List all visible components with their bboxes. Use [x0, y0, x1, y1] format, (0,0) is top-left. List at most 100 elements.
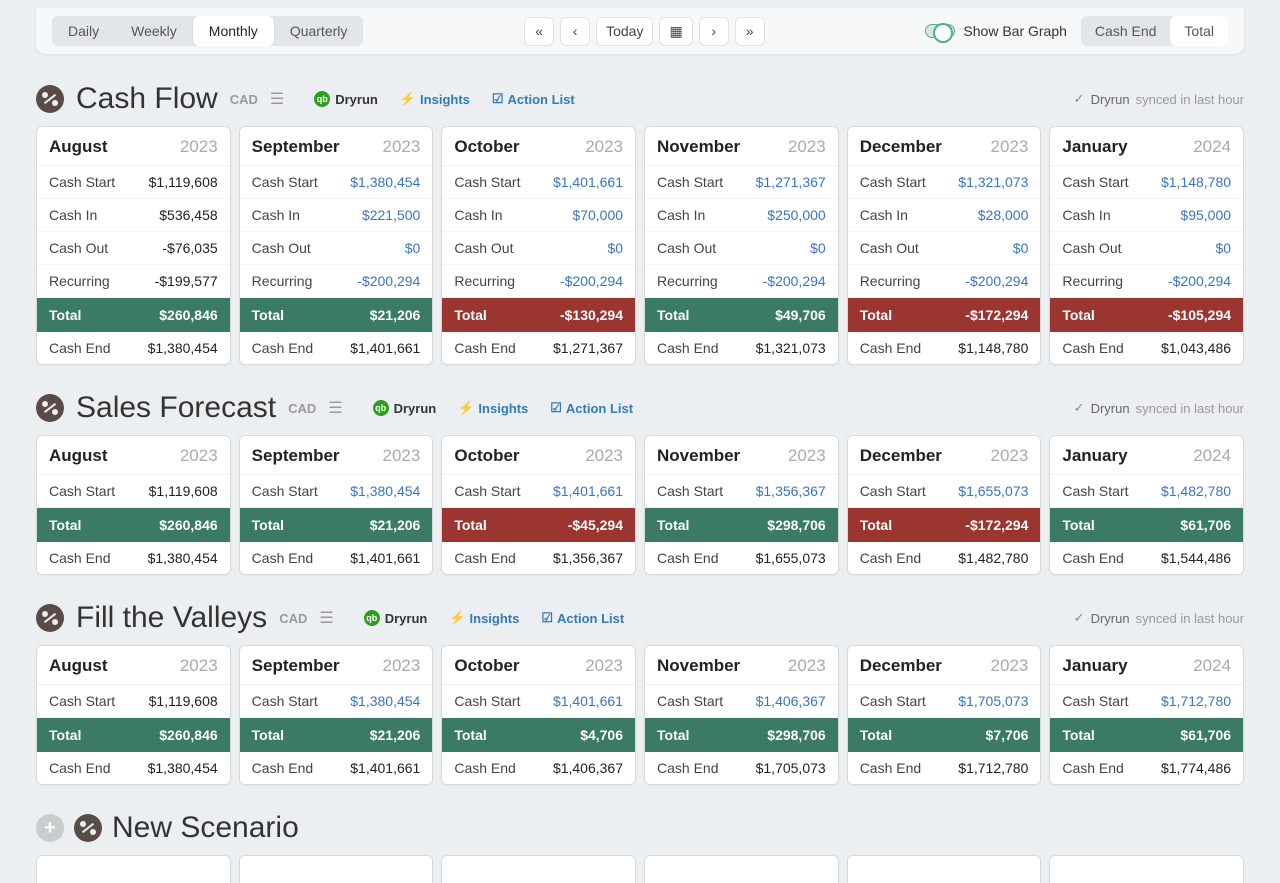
period-weekly[interactable]: Weekly — [115, 16, 193, 46]
data-row[interactable]: Cash Out$0 — [240, 232, 433, 265]
cash-end-row[interactable]: Cash End$1,401,661 — [240, 752, 433, 784]
cash-end-row[interactable]: Cash End$1,321,073 — [645, 332, 838, 364]
period-monthly[interactable]: Monthly — [193, 16, 274, 46]
data-row[interactable]: Cash Start$1,271,367 — [645, 166, 838, 199]
data-row[interactable]: Cash Start$1,401,661 — [442, 166, 635, 199]
total-row[interactable]: Total$260,846 — [37, 508, 230, 542]
cash-end-row[interactable]: Cash End$1,712,780 — [848, 752, 1041, 784]
data-row[interactable]: Cash Start$1,148,780 — [1050, 166, 1243, 199]
data-row[interactable]: Cash Start$1,119,608 — [37, 166, 230, 199]
data-row[interactable]: Cash In$28,000 — [848, 199, 1041, 232]
cash-end-row[interactable]: Cash End$1,043,486 — [1050, 332, 1243, 364]
period-quarterly[interactable]: Quarterly — [274, 16, 364, 46]
nav-prev-button[interactable]: ‹ — [560, 17, 590, 46]
data-row[interactable]: Recurring-$200,294 — [442, 265, 635, 298]
month-card[interactable]: November2023 Cash Start$1,271,367Cash In… — [644, 126, 839, 365]
data-row[interactable]: Cash Start$1,401,661 — [442, 685, 635, 718]
month-card[interactable]: December2023 Cash Start$1,655,073 Total-… — [847, 435, 1042, 575]
insights-link[interactable]: ⚡Insights — [400, 91, 470, 107]
cash-end-row[interactable]: Cash End$1,705,073 — [645, 752, 838, 784]
data-row[interactable]: Recurring-$199,577 — [37, 265, 230, 298]
total-row[interactable]: Total-$105,294 — [1050, 298, 1243, 332]
data-row[interactable]: Cash In$221,500 — [240, 199, 433, 232]
cash-end-row[interactable]: Cash End$1,148,780 — [848, 332, 1041, 364]
integration-badge[interactable]: qbDryrun — [314, 91, 378, 107]
total-row[interactable]: Total-$45,294 — [442, 508, 635, 542]
total-cash-end-button[interactable]: Cash End — [1081, 16, 1170, 46]
total-row[interactable]: Total-$172,294 — [848, 298, 1041, 332]
data-row[interactable]: Cash In$95,000 — [1050, 199, 1243, 232]
month-card[interactable]: August2023 Cash Start$1,119,608 Total$26… — [36, 645, 231, 785]
total-row[interactable]: Total$61,706 — [1050, 718, 1243, 752]
total-row[interactable]: Total-$130,294 — [442, 298, 635, 332]
period-daily[interactable]: Daily — [52, 16, 115, 46]
total-row[interactable]: Total$21,206 — [240, 298, 433, 332]
data-row[interactable]: Cash Start$1,705,073 — [848, 685, 1041, 718]
integration-badge[interactable]: qbDryrun — [364, 610, 428, 626]
total-row[interactable]: Total-$172,294 — [848, 508, 1041, 542]
nav-first-button[interactable]: « — [524, 17, 554, 46]
month-card[interactable]: January2024 Cash Start$1,148,780Cash In$… — [1049, 126, 1244, 365]
total-row[interactable]: Total$4,706 — [442, 718, 635, 752]
month-card[interactable]: October2023 Cash Start$1,401,661 Total-$… — [441, 435, 636, 575]
data-row[interactable]: Cash Out$0 — [442, 232, 635, 265]
action-list-link[interactable]: ☑Action List — [541, 610, 624, 626]
cash-end-row[interactable]: Cash End$1,406,367 — [442, 752, 635, 784]
data-row[interactable]: Cash Out-$76,035 — [37, 232, 230, 265]
data-row[interactable]: Cash Out$0 — [848, 232, 1041, 265]
data-row[interactable]: Cash Start$1,119,608 — [37, 685, 230, 718]
section-menu-icon[interactable]: ☰ — [328, 398, 342, 418]
total-row[interactable]: Total$260,846 — [37, 718, 230, 752]
data-row[interactable]: Cash Out$0 — [645, 232, 838, 265]
data-row[interactable]: Cash In$250,000 — [645, 199, 838, 232]
month-card[interactable]: December2023 Cash Start$1,321,073Cash In… — [847, 126, 1042, 365]
data-row[interactable]: Cash Start$1,380,454 — [240, 685, 433, 718]
cash-end-row[interactable]: Cash End$1,482,780 — [848, 542, 1041, 574]
data-row[interactable]: Cash Start$1,712,780 — [1050, 685, 1243, 718]
month-card[interactable]: August2023 Cash Start$1,119,608 Total$26… — [36, 435, 231, 575]
data-row[interactable]: Recurring-$200,294 — [645, 265, 838, 298]
data-row[interactable]: Cash Start$1,380,454 — [240, 475, 433, 508]
data-row[interactable]: Cash Start$1,119,608 — [37, 475, 230, 508]
total-row[interactable]: Total$298,706 — [645, 718, 838, 752]
total-row[interactable]: Total$298,706 — [645, 508, 838, 542]
month-card[interactable]: September2023 Cash Start$1,380,454Cash I… — [239, 126, 434, 365]
cash-end-row[interactable]: Cash End$1,544,486 — [1050, 542, 1243, 574]
total-total-button[interactable]: Total — [1170, 16, 1228, 46]
total-row[interactable]: Total$49,706 — [645, 298, 838, 332]
insights-link[interactable]: ⚡Insights — [458, 400, 528, 416]
total-row[interactable]: Total$7,706 — [848, 718, 1041, 752]
data-row[interactable]: Cash Start$1,380,454 — [240, 166, 433, 199]
data-row[interactable]: Cash In$70,000 — [442, 199, 635, 232]
data-row[interactable]: Cash Start$1,356,367 — [645, 475, 838, 508]
cash-end-row[interactable]: Cash End$1,655,073 — [645, 542, 838, 574]
month-card[interactable]: December2023 Cash Start$1,705,073 Total$… — [847, 645, 1042, 785]
cash-end-row[interactable]: Cash End$1,401,661 — [240, 542, 433, 574]
cash-end-row[interactable]: Cash End$1,774,486 — [1050, 752, 1243, 784]
nav-last-button[interactable]: » — [735, 17, 765, 46]
cash-end-row[interactable]: Cash End$1,271,367 — [442, 332, 635, 364]
data-row[interactable]: Recurring-$200,294 — [848, 265, 1041, 298]
month-card[interactable]: September2023 Cash Start$1,380,454 Total… — [239, 435, 434, 575]
month-card[interactable]: November2023 Cash Start$1,356,367 Total$… — [644, 435, 839, 575]
total-row[interactable]: Total$260,846 — [37, 298, 230, 332]
data-row[interactable]: Cash Start$1,401,661 — [442, 475, 635, 508]
month-card[interactable]: January2024 Cash Start$1,482,780 Total$6… — [1049, 435, 1244, 575]
data-row[interactable]: Cash Start$1,482,780 — [1050, 475, 1243, 508]
month-card[interactable]: September2023 Cash Start$1,380,454 Total… — [239, 645, 434, 785]
total-row[interactable]: Total$21,206 — [240, 718, 433, 752]
month-card[interactable]: August2023 Cash Start$1,119,608Cash In$5… — [36, 126, 231, 365]
action-list-link[interactable]: ☑Action List — [492, 91, 575, 107]
data-row[interactable]: Cash Start$1,406,367 — [645, 685, 838, 718]
data-row[interactable]: Cash Out$0 — [1050, 232, 1243, 265]
show-bar-graph-toggle[interactable] — [925, 24, 955, 38]
nav-calendar-button[interactable]: ▦ — [659, 17, 692, 46]
section-menu-icon[interactable]: ☰ — [270, 89, 284, 109]
data-row[interactable]: Recurring-$200,294 — [1050, 265, 1243, 298]
action-list-link[interactable]: ☑Action List — [550, 400, 633, 416]
month-card[interactable]: January2024 Cash Start$1,712,780 Total$6… — [1049, 645, 1244, 785]
cash-end-row[interactable]: Cash End$1,380,454 — [37, 752, 230, 784]
total-row[interactable]: Total$61,706 — [1050, 508, 1243, 542]
data-row[interactable]: Cash In$536,458 — [37, 199, 230, 232]
cash-end-row[interactable]: Cash End$1,380,454 — [37, 542, 230, 574]
